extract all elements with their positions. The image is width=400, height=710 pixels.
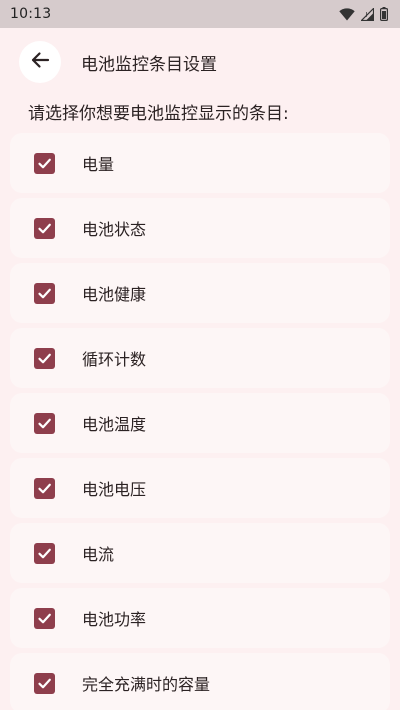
checkmark-icon [38,158,51,168]
status-time: 10:13 [10,6,52,22]
checkbox[interactable] [34,217,55,239]
checkbox[interactable] [34,412,55,434]
checkmark-icon [38,353,51,363]
instruction-text: 请选择你想要电池监控显示的条目: [28,104,289,124]
checkbox[interactable] [34,152,55,174]
svg-text:!: ! [365,11,368,19]
battery-icon [380,7,388,21]
item-label: 电池功率 [82,610,147,629]
checkbox[interactable] [34,542,55,564]
item-label: 电量 [82,155,115,174]
item-label: 循环计数 [82,350,147,369]
checkmark-icon [38,613,51,623]
item-list: 电量电池状态电池健康循环计数电池温度电池电压电流电池功率完全充满时的容量 [10,133,390,710]
item-label: 电池状态 [82,220,147,239]
list-item[interactable]: 电池功率 [10,588,390,648]
item-label: 电流 [82,545,115,564]
checkmark-icon [38,548,51,558]
checkbox[interactable] [34,672,55,694]
screen: 10:13 ! 电池监控条目设置 请选择你想要电池监控显示的条目: 电量电池状态… [0,0,400,710]
back-button[interactable] [19,41,61,83]
checkbox[interactable] [34,607,55,629]
checkbox[interactable] [34,477,55,499]
arrow-back-icon [29,49,51,75]
list-item[interactable]: 电池温度 [10,393,390,453]
item-label: 完全充满时的容量 [82,675,211,694]
page-title: 电池监控条目设置 [81,55,217,75]
list-item[interactable]: 完全充满时的容量 [10,653,390,710]
checkmark-icon [38,288,51,298]
item-label: 电池温度 [82,415,147,434]
checkmark-icon [38,678,51,688]
list-item[interactable]: 电池电压 [10,458,390,518]
checkbox[interactable] [34,347,55,369]
list-item[interactable]: 电池状态 [10,198,390,258]
checkbox[interactable] [34,282,55,304]
list-item[interactable]: 电量 [10,133,390,193]
list-item[interactable]: 循环计数 [10,328,390,388]
status-bar: 10:13 ! [0,0,400,28]
list-item[interactable]: 电流 [10,523,390,583]
checkmark-icon [38,483,51,493]
wifi-icon [339,7,355,21]
app-bar: 电池监控条目设置 [0,38,400,86]
signal-icon: ! [361,7,374,21]
status-icons: ! [339,7,388,21]
list-item[interactable]: 电池健康 [10,263,390,323]
checkmark-icon [38,223,51,233]
item-label: 电池电压 [82,480,147,499]
item-label: 电池健康 [82,285,147,304]
checkmark-icon [38,418,51,428]
